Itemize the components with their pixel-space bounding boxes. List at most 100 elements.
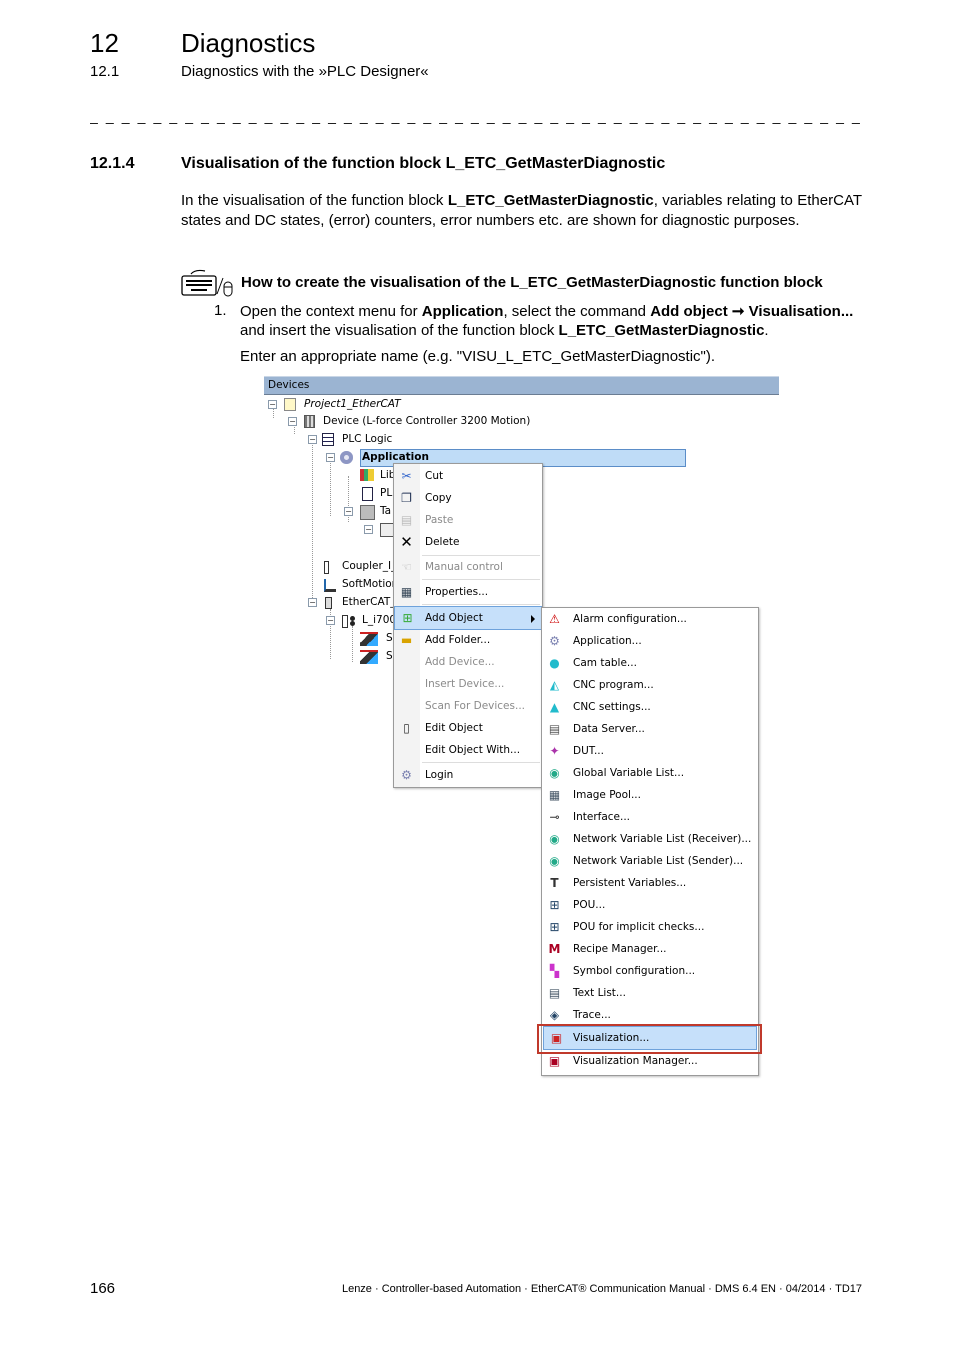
menu-item-cut[interactable]: ✂ Cut [394, 465, 542, 487]
dut-icon: ✦ [549, 744, 560, 758]
submenu-item-persistent[interactable]: T Persistent Variables... [542, 872, 758, 894]
scissors-icon: ✂ [401, 469, 412, 483]
tree-label: PL [380, 487, 393, 499]
menu-label: Paste [425, 514, 454, 526]
submenu-item-pou-checks[interactable]: ⊞ POU for implicit checks... [542, 916, 758, 938]
add-object-icon: ⊞ [402, 611, 413, 625]
menu-label: POU... [573, 899, 606, 911]
step-b2: Add object ➞ Visualisation... [650, 303, 854, 320]
submenu-item-dut[interactable]: ✦ DUT... [542, 740, 758, 762]
cnc-settings-icon: ▲ [549, 700, 560, 714]
menu-item-login[interactable]: ⚙ Login [394, 764, 542, 786]
menu-label: Edit Object [425, 722, 483, 734]
plc-logic-icon [322, 431, 338, 448]
globe-sender-icon: ◉ [549, 854, 560, 868]
submenu-item-nvl-receiver[interactable]: ◉ Network Variable List (Receiver)... [542, 828, 758, 850]
menu-label: Scan For Devices... [425, 700, 526, 712]
menu-item-delete[interactable]: ✕ Delete [394, 531, 542, 553]
submenu-item-cnc-settings[interactable]: ▲ CNC settings... [542, 696, 758, 718]
login-icon: ⚙ [401, 768, 412, 782]
cnc-program-icon: ◭ [549, 678, 560, 692]
menu-label: Recipe Manager... [573, 943, 667, 955]
submenu-item-recipe[interactable]: M Recipe Manager... [542, 938, 758, 960]
tree-label: Project1_EtherCAT [304, 398, 401, 410]
subsection-number: 12.1.4 [90, 155, 135, 172]
step-name-hint: Enter an appropriate name (e.g. "VISU_L_… [240, 348, 716, 365]
symbol-config-icon: ▚ [549, 964, 560, 978]
interface-icon: ⊸ [549, 810, 560, 824]
menu-item-edit-object[interactable]: ▯ Edit Object [394, 717, 542, 739]
cam-table-icon: ● [549, 656, 560, 670]
delete-x-icon: ✕ [400, 533, 413, 551]
menu-item-manual-control[interactable]: ☜ Manual control [394, 556, 542, 578]
menu-label: Trace... [573, 1009, 611, 1021]
globe-icon: ◉ [549, 766, 560, 780]
alarm-icon: ⚠ [549, 612, 560, 626]
image-pool-icon: ▦ [548, 788, 561, 802]
menu-item-properties[interactable]: ▦ Properties... [394, 581, 542, 603]
softmotion-icon [324, 579, 336, 592]
submenu-item-data-server[interactable]: ▤ Data Server... [542, 718, 758, 740]
axis-icon [360, 650, 378, 664]
header-divider: _ _ _ _ _ _ _ _ _ _ _ _ _ _ _ _ _ _ _ _ … [90, 108, 862, 124]
submenu-item-gvl[interactable]: ◉ Global Variable List... [542, 762, 758, 784]
menu-item-paste[interactable]: ▤ Paste [394, 509, 542, 531]
menu-label: Copy [425, 492, 452, 504]
chapter-title: Diagnostics [181, 28, 316, 58]
submenu-item-cnc-program[interactable]: ◭ CNC program... [542, 674, 758, 696]
menu-label: Network Variable List (Sender)... [573, 855, 744, 867]
tree-label: Device (L-force Controller 3200 Motion) [323, 415, 531, 427]
menu-label: DUT... [573, 745, 604, 757]
tree-label: PLC Logic [342, 433, 393, 445]
pou-icon [362, 487, 373, 501]
application-gear-icon [340, 451, 353, 464]
submenu-item-cam-table[interactable]: ● Cam table... [542, 652, 758, 674]
step-b3: L_ETC_GetMasterDiagnostic [558, 322, 765, 339]
menu-item-scan-devices[interactable]: Scan For Devices... [394, 695, 542, 717]
step-b1: Application [421, 303, 504, 320]
intro-bold: L_ETC_GetMasterDiagnostic [447, 192, 654, 209]
submenu-item-application[interactable]: ⚙ Application... [542, 630, 758, 652]
menu-item-add-object[interactable]: ⊞ Add Object [394, 606, 542, 630]
text-list-icon: ▤ [548, 986, 561, 1000]
page-number: 166 [90, 1280, 116, 1297]
submenu-item-image-pool[interactable]: ▦ Image Pool... [542, 784, 758, 806]
tree-label: Ta [380, 505, 392, 517]
menu-label: Text List... [573, 987, 626, 999]
menu-item-add-folder[interactable]: ▬ Add Folder... [394, 629, 542, 651]
menu-label: POU for implicit checks... [573, 921, 705, 933]
submenu-item-trace[interactable]: ◈ Trace... [542, 1004, 758, 1026]
devices-panel-header: Devices [264, 376, 779, 395]
menu-label: Persistent Variables... [573, 877, 687, 889]
hand-icon: ☜ [401, 560, 412, 574]
submenu-item-text-list[interactable]: ▤ Text List... [542, 982, 758, 1004]
task-icon [360, 505, 375, 520]
persistent-icon: T [550, 876, 559, 890]
submenu-arrow-icon [531, 615, 535, 623]
submenu-item-alarm[interactable]: ⚠ Alarm configuration... [542, 608, 758, 630]
menu-label: Symbol configuration... [573, 965, 696, 977]
add-object-submenu: ⚠ Alarm configuration... ⚙ Application... … [541, 607, 759, 1076]
submenu-item-symbol-config[interactable]: ▚ Symbol configuration... [542, 960, 758, 982]
axis-icon [360, 632, 378, 646]
step-number: 1. [214, 302, 227, 319]
step-t2: , select the command [503, 303, 651, 320]
menu-label: Image Pool... [573, 789, 641, 801]
keyboard-mouse-icon [181, 268, 233, 298]
tree-label: Coupler_I_ [342, 560, 397, 572]
project-icon [284, 396, 300, 413]
menu-label: CNC settings... [573, 701, 651, 713]
submenu-item-pou[interactable]: ⊞ POU... [542, 894, 758, 916]
menu-label: Add Device... [425, 656, 495, 668]
menu-item-edit-object-with[interactable]: Edit Object With... [394, 739, 542, 761]
menu-item-add-device[interactable]: Add Device... [394, 651, 542, 673]
menu-item-copy[interactable]: ❐ Copy [394, 487, 542, 509]
tree-label: L_i700 [362, 614, 397, 626]
data-server-icon: ▤ [548, 722, 561, 736]
submenu-item-nvl-sender[interactable]: ◉ Network Variable List (Sender)... [542, 850, 758, 872]
gear-icon: ⚙ [549, 634, 560, 648]
menu-item-insert-device[interactable]: Insert Device... [394, 673, 542, 695]
step-t1: Open the context menu for [240, 303, 422, 320]
submenu-item-interface[interactable]: ⊸ Interface... [542, 806, 758, 828]
globe-receiver-icon: ◉ [549, 832, 560, 846]
